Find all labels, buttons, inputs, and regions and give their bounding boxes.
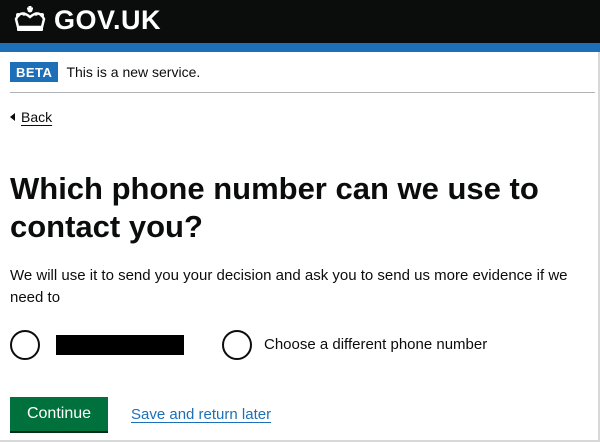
back-link-label: Back — [21, 109, 53, 125]
save-and-return-link[interactable]: Save and return later — [131, 405, 271, 425]
redacted-phone-number — [56, 335, 184, 355]
site-header: GOV.UK — [0, 0, 600, 43]
govuk-logo-link[interactable]: GOV.UK — [12, 4, 161, 36]
continue-button[interactable]: Continue — [10, 397, 108, 433]
phone-radios: Choose a different phone number — [10, 330, 487, 360]
phase-banner-text: This is a new service. — [66, 64, 201, 80]
radio-option-existing-number[interactable] — [10, 330, 222, 360]
logo-text: GOV.UK — [54, 5, 162, 35]
question-hint: We will use it to send you your decision… — [10, 267, 568, 306]
back-arrow-icon — [10, 113, 15, 121]
radio-option-different-number[interactable]: Choose a different phone number — [222, 330, 487, 360]
beta-tag: BETA — [10, 62, 59, 82]
radio-button-different-number[interactable] — [222, 330, 252, 360]
page-title: Which phone number can we use to contact… — [10, 171, 539, 244]
radio-button-existing-number[interactable] — [10, 330, 40, 360]
back-link[interactable]: Back — [10, 108, 52, 126]
phase-banner: BETA This is a new service. — [10, 62, 595, 93]
crown-icon — [12, 5, 48, 35]
radio-label-different-number: Choose a different phone number — [264, 336, 488, 353]
header-blue-stripe — [0, 43, 600, 52]
